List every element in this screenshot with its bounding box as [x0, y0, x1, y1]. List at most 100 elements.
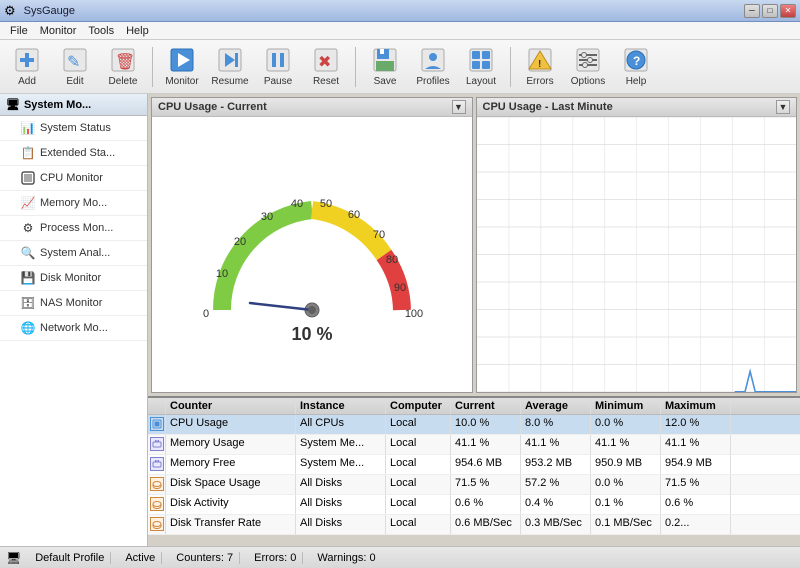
status-warnings-label: Warnings: 0: [317, 552, 375, 564]
profiles-label: Profiles: [416, 76, 449, 87]
sidebar-header: 🖥 System Mo...: [0, 94, 147, 116]
status-profile: Default Profile: [29, 552, 111, 564]
svg-text:40: 40: [291, 198, 303, 210]
pause-icon: [264, 46, 292, 74]
row-icon-cell: [148, 435, 166, 454]
row-maximum: 41.1 %: [661, 435, 731, 454]
maximize-button[interactable]: □: [762, 4, 778, 18]
menu-file[interactable]: File: [4, 24, 34, 38]
sidebar-item-nas-monitor[interactable]: 🗄 NAS Monitor: [0, 291, 147, 316]
close-button[interactable]: ✕: [780, 4, 796, 18]
row-current: 0.6 MB/Sec: [451, 515, 521, 534]
row-maximum: 12.0 %: [661, 415, 731, 434]
monitor-icon: [168, 46, 196, 74]
resume-button[interactable]: Resume: [207, 43, 253, 91]
sidebar-item-label: Memory Mo...: [40, 197, 107, 209]
row-minimum: 0.1 %: [591, 495, 661, 514]
sidebar-item-process-monitor[interactable]: ⚙ Process Mon...: [0, 216, 147, 241]
help-icon: ?: [622, 46, 650, 74]
resume-label: Resume: [211, 76, 248, 87]
mem-free-row-icon: [150, 457, 164, 471]
svg-text:✖: ✖: [318, 54, 331, 71]
status-warnings: Warnings: 0: [311, 552, 381, 564]
process-monitor-icon: ⚙: [20, 220, 36, 236]
chart-collapse-button-right[interactable]: ▼: [776, 100, 790, 114]
toolbar-sep-2: [355, 47, 356, 87]
row-maximum: 0.2...: [661, 515, 731, 534]
table-row[interactable]: Memory Free System Me... Local 954.6 MB …: [148, 455, 800, 475]
options-button[interactable]: Options: [565, 43, 611, 91]
network-monitor-icon: 🌐: [20, 320, 36, 336]
sidebar-item-label: Process Mon...: [40, 222, 113, 234]
sidebar-item-disk-monitor[interactable]: 💾 Disk Monitor: [0, 266, 147, 291]
layout-icon: [467, 46, 495, 74]
status-errors-label: Errors: 0: [254, 552, 296, 564]
row-instance: All Disks: [296, 475, 386, 494]
row-instance: System Me...: [296, 435, 386, 454]
chart-collapse-button[interactable]: ▼: [452, 100, 466, 114]
row-counter: CPU Usage: [166, 415, 296, 434]
sidebar-item-network-monitor[interactable]: 🌐 Network Mo...: [0, 316, 147, 341]
reset-icon: ✖: [312, 46, 340, 74]
col-header-instance: Instance: [296, 398, 386, 414]
disk-row-icon: [150, 477, 164, 491]
svg-text:✎: ✎: [67, 54, 80, 71]
sidebar-item-label: Disk Monitor: [40, 272, 101, 284]
sidebar-item-system-status[interactable]: 📊 System Status: [0, 116, 147, 141]
sidebar-item-cpu-monitor[interactable]: CPU Monitor: [0, 166, 147, 191]
menu-help[interactable]: Help: [120, 24, 155, 38]
charts-area: CPU Usage - Current ▼: [148, 94, 800, 396]
minimize-button[interactable]: ─: [744, 4, 760, 18]
table-row[interactable]: Disk Activity All Disks Local 0.6 % 0.4 …: [148, 495, 800, 515]
sidebar-item-label: CPU Monitor: [40, 172, 103, 184]
sidebar-item-memory-monitor[interactable]: 📈 Memory Mo...: [0, 191, 147, 216]
layout-button[interactable]: Layout: [458, 43, 504, 91]
row-minimum: 0.1 MB/Sec: [591, 515, 661, 534]
delete-button[interactable]: 🗑 Delete: [100, 43, 146, 91]
profiles-button[interactable]: Profiles: [410, 43, 456, 91]
save-button[interactable]: Save: [362, 43, 408, 91]
row-minimum: 41.1 %: [591, 435, 661, 454]
row-counter: Memory Usage: [166, 435, 296, 454]
menu-tools[interactable]: Tools: [82, 24, 120, 38]
help-button[interactable]: ? Help: [613, 43, 659, 91]
svg-text:50: 50: [320, 198, 332, 210]
col-header-current: Current: [451, 398, 521, 414]
options-label: Options: [571, 76, 605, 87]
menu-monitor[interactable]: Monitor: [34, 24, 83, 38]
col-header-average: Average: [521, 398, 591, 414]
errors-icon: !: [526, 46, 554, 74]
row-counter: Disk Activity: [166, 495, 296, 514]
cpu-lastminute-chart-header: CPU Usage - Last Minute ▼: [477, 98, 797, 117]
reset-button[interactable]: ✖ Reset: [303, 43, 349, 91]
col-header-computer: Computer: [386, 398, 451, 414]
sidebar-item-system-analysis[interactable]: 🔍 System Anal...: [0, 241, 147, 266]
cpu-gauge-body: 0 10 20 30 40 50 60 70: [152, 117, 472, 392]
edit-button[interactable]: ✎ Edit: [52, 43, 98, 91]
svg-text:100: 100: [405, 308, 423, 320]
table-row[interactable]: CPU Usage All CPUs Local 10.0 % 8.0 % 0.…: [148, 415, 800, 435]
table-row[interactable]: Memory Usage System Me... Local 41.1 % 4…: [148, 435, 800, 455]
monitor-button[interactable]: Monitor: [159, 43, 205, 91]
errors-button[interactable]: ! Errors: [517, 43, 563, 91]
add-button[interactable]: Add: [4, 43, 50, 91]
svg-text:?: ?: [633, 54, 640, 68]
row-computer: Local: [386, 435, 451, 454]
col-header-maximum: Maximum: [661, 398, 731, 414]
row-current: 41.1 %: [451, 435, 521, 454]
add-label: Add: [18, 76, 36, 87]
table-row[interactable]: Disk Transfer Rate All Disks Local 0.6 M…: [148, 515, 800, 535]
col-header-counter: Counter: [166, 398, 296, 414]
window-controls: ─ □ ✕: [744, 4, 796, 18]
nas-monitor-icon: 🗄: [20, 295, 36, 311]
row-instance: All Disks: [296, 515, 386, 534]
sidebar-item-extended-status[interactable]: 📋 Extended Sta...: [0, 141, 147, 166]
pause-button[interactable]: Pause: [255, 43, 301, 91]
svg-text:!: !: [538, 59, 541, 70]
disk-activity-row-icon: [150, 497, 164, 511]
row-icon-cell: [148, 415, 166, 434]
row-average: 41.1 %: [521, 435, 591, 454]
cpu-lastminute-chart-title: CPU Usage - Last Minute: [483, 101, 613, 113]
table-row[interactable]: Disk Space Usage All Disks Local 71.5 % …: [148, 475, 800, 495]
monitor-label: Monitor: [165, 76, 198, 87]
